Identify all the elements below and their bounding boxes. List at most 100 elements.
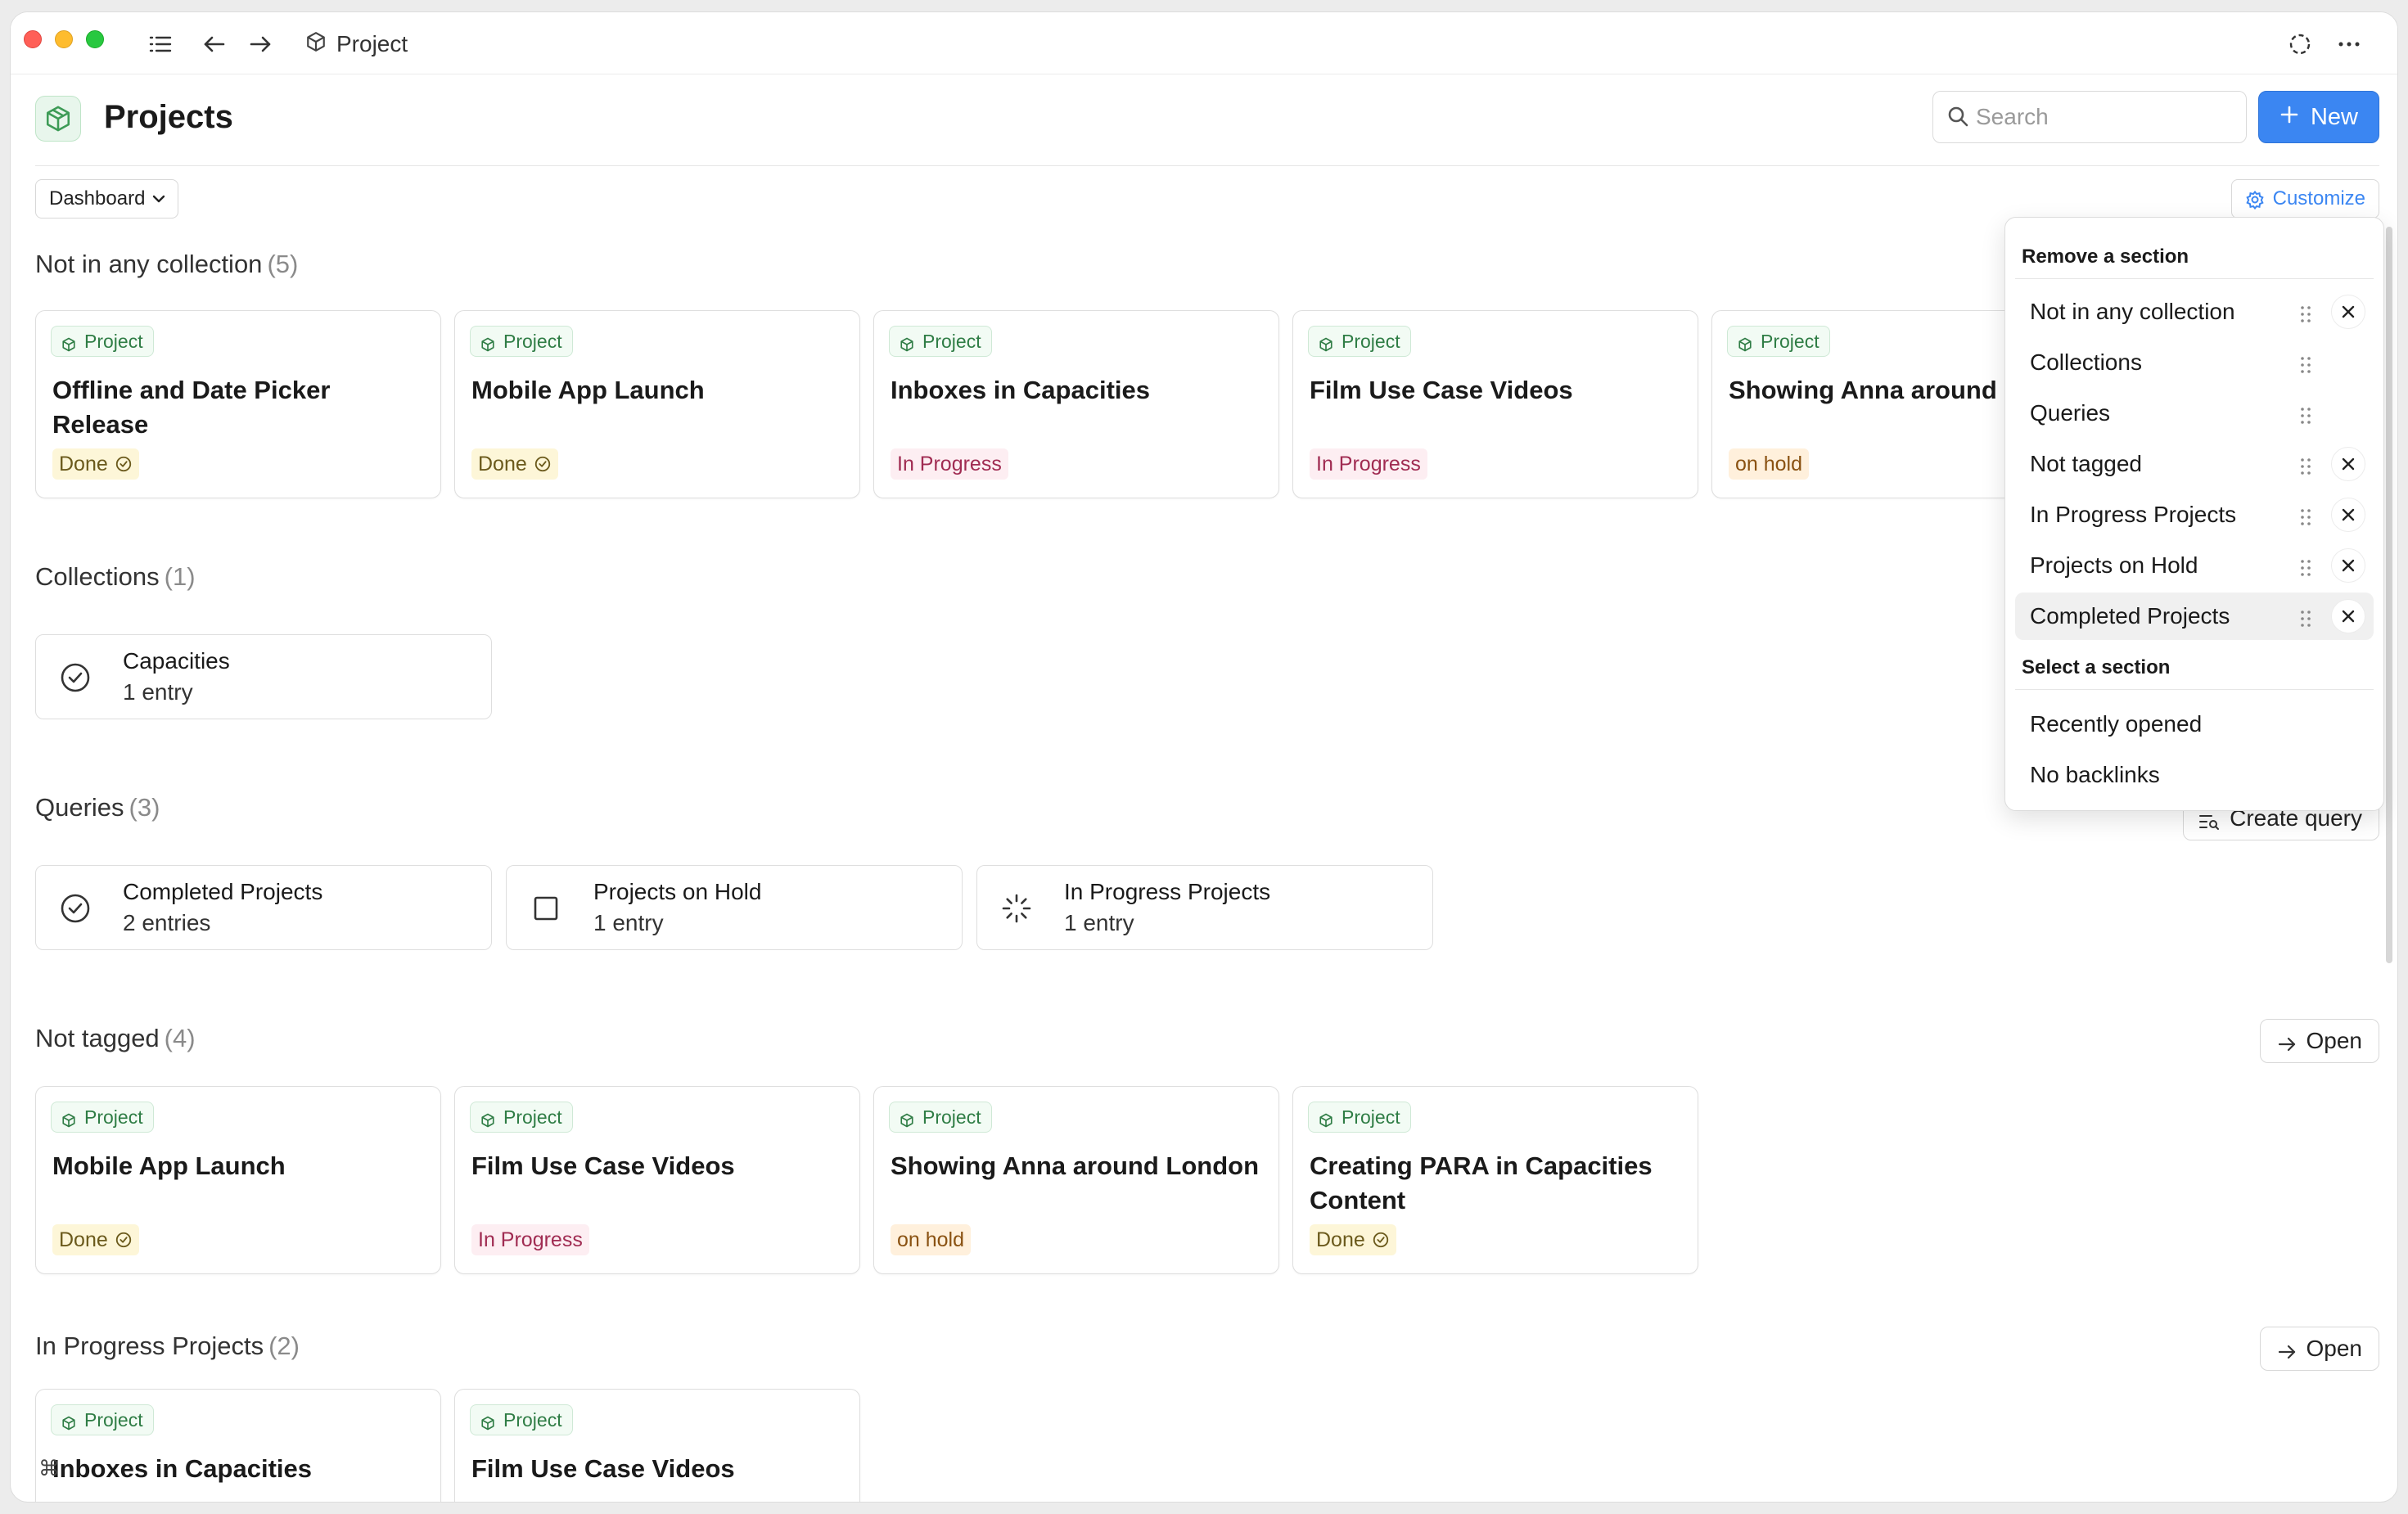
project-tag: Project [470,1102,573,1133]
project-card[interactable]: Project Film Use Case Videos [454,1389,860,1502]
more-options-icon[interactable] [2335,30,2363,58]
breadcrumb[interactable]: Project [305,30,408,58]
query-card-in-progress[interactable]: In Progress Projects 1 entry [976,865,1433,950]
project-card[interactable]: Project Mobile App Launch Done [454,310,860,498]
sidebar-toggle-icon[interactable] [147,30,174,58]
arrow-right-icon [2277,1341,2297,1367]
remove-section-item[interactable]: Not in any collection [2015,288,2374,336]
search-input[interactable]: Search [1932,91,2247,143]
cube-icon [900,335,914,357]
forward-arrow-icon[interactable] [246,30,274,58]
tag-label: Project [922,330,981,352]
close-window-button[interactable] [24,30,42,48]
drag-handle-icon[interactable] [2300,607,2311,627]
section-name: Not in any collection [35,250,263,278]
card-title: Inboxes in Capacities [891,376,1150,404]
remove-section-item[interactable]: Not tagged [2015,440,2374,488]
section-name: Queries [35,793,124,822]
remove-section-item[interactable]: In Progress Projects [2015,491,2374,538]
customize-button[interactable]: Customize [2230,179,2379,219]
cube-icon [480,335,495,357]
project-card[interactable]: Project Offline and Date Picker Release Do… [35,310,441,498]
remove-section-item[interactable]: Queries [2015,390,2374,437]
section-item-label: Collections [2030,349,2142,375]
query-count: 2 entries [123,910,211,935]
check-circle-icon [1372,1231,1390,1249]
project-card[interactable]: Project Mobile App Launch Done [35,1086,441,1274]
zoom-window-button[interactable] [86,30,104,48]
close-icon[interactable] [2331,599,2365,633]
cube-icon [61,335,76,357]
open-not-tagged-button[interactable]: Open [2259,1019,2379,1063]
dropdown-divider [2015,689,2374,690]
tag-label: Project [1761,330,1820,352]
close-icon[interactable] [2331,447,2365,481]
minimize-window-button[interactable] [55,30,73,48]
gear-icon [2245,190,2265,215]
section-count: (2) [268,1332,300,1360]
plus-icon [2279,104,2299,131]
drag-handle-icon[interactable] [2300,556,2311,576]
remove-section-item[interactable]: Collections [2015,339,2374,386]
collection-card-capacities[interactable]: Capacities 1 entry [35,634,492,719]
status-label: Done [59,1228,108,1251]
section-item-label: Completed Projects [2030,603,2230,629]
drag-handle-icon[interactable] [2300,455,2311,475]
status-label: In Progress [897,452,1002,475]
query-name: Completed Projects [123,879,323,904]
project-card[interactable]: Project Film Use Case Videos In Progress [1292,310,1698,498]
status-badge: on hold [891,1224,972,1255]
project-card[interactable]: Project Showing Anna around London on hold [873,1086,1279,1274]
project-tag: Project [470,1404,573,1435]
collection-count: 1 entry [123,679,193,705]
drag-handle-icon[interactable] [2300,354,2311,373]
title-bar: Project [11,12,2397,74]
status-badge: In Progress [891,448,1008,480]
card-title: Film Use Case Videos [471,1151,735,1180]
close-icon[interactable] [2331,295,2365,329]
drag-handle-icon[interactable] [2300,404,2311,424]
drag-handle-icon[interactable] [2300,506,2311,525]
tag-label: Project [84,1408,143,1431]
tag-label: Project [922,1106,981,1128]
projects-cube-icon [35,96,81,142]
project-card[interactable]: Project Creating PARA in Capacities Conte… [1292,1086,1698,1274]
project-tag: Project [51,1102,154,1133]
section-item-label: Queries [2030,400,2111,426]
tag-label: Project [503,1408,562,1431]
close-icon[interactable] [2331,548,2365,583]
vertical-scrollbar[interactable] [2386,227,2392,963]
status-badge: Done [1310,1224,1396,1255]
project-tag: Project [1727,326,1830,357]
project-card[interactable]: Project Inboxes in Capacities [35,1389,441,1502]
section-item-label: Recently opened [2030,711,2203,737]
project-tag: Project [889,326,992,357]
select-section-item[interactable]: Recently opened [2015,701,2374,748]
open-in-progress-button[interactable]: Open [2259,1327,2379,1371]
new-button[interactable]: New [2258,91,2379,143]
back-arrow-icon[interactable] [201,30,228,58]
command-key-icon: ⌘ [38,1456,60,1480]
view-selector[interactable]: Dashboard [35,179,179,219]
project-card[interactable]: Project Film Use Case Videos In Progress [454,1086,860,1274]
query-name: In Progress Projects [1064,879,1271,904]
query-card-on-hold[interactable]: Projects on Hold 1 entry [506,865,963,950]
status-label: Done [1316,1228,1365,1251]
check-circle-icon [115,1231,133,1249]
close-icon[interactable] [2331,498,2365,532]
project-card[interactable]: Project Inboxes in Capacities In Progress [873,310,1279,498]
cube-icon [61,1111,76,1133]
check-circle-icon [59,892,92,925]
query-card-completed[interactable]: Completed Projects 2 entries [35,865,492,950]
section-item-label: Not in any collection [2030,299,2235,324]
project-tag: Project [470,326,573,357]
select-section-item[interactable]: No backlinks [2015,751,2374,799]
remove-section-item[interactable]: Completed Projects [2015,593,2374,640]
drag-handle-icon[interactable] [2300,303,2311,322]
search-placeholder: Search [1976,104,2049,129]
collection-name: Capacities [123,648,230,674]
remove-section-item[interactable]: Projects on Hold [2015,542,2374,589]
section-count: (3) [129,793,160,822]
sync-icon[interactable] [2286,30,2314,58]
section-title-queries: Queries (3) [35,793,160,822]
